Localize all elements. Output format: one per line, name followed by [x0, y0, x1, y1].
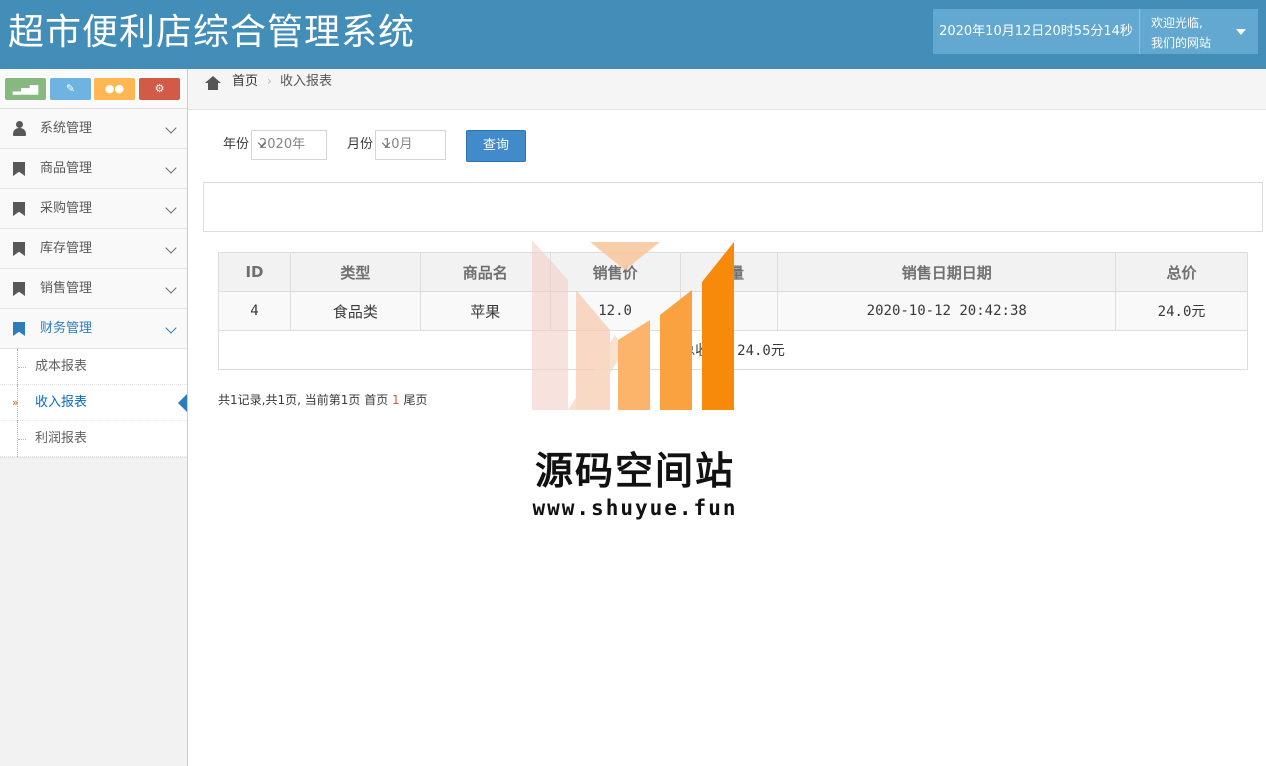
column-header: 总价: [1115, 252, 1248, 292]
column-header: ID: [218, 252, 291, 292]
active-pointer-icon: [178, 394, 187, 412]
app-title: 超市便利店综合管理系统: [8, 12, 416, 53]
user-name: 我们的网站: [1151, 36, 1212, 50]
cell-price: 12.0: [549, 291, 681, 331]
submenu-item-label: 收入报表: [35, 395, 88, 410]
bookmark-icon: [12, 321, 26, 337]
sidebar-item-system[interactable]: 系统管理: [0, 109, 187, 149]
chevron-down-icon: [165, 202, 177, 214]
chevron-down-icon: [165, 162, 177, 174]
watermark-url: www.shuyue.fun: [532, 496, 738, 520]
sidebar: ▂▄▆ ✎ ●● ⚙ 系统管理 商品管理 采购管理 库存管理 销售管理 财务管理…: [0, 69, 188, 766]
cell-product: 苹果: [419, 291, 551, 331]
cell-total: 24.0元: [1115, 291, 1248, 331]
sidebar-item-goods[interactable]: 商品管理: [0, 149, 187, 189]
chevron-down-icon: [165, 242, 177, 254]
chevron-down-icon: [165, 122, 177, 134]
submenu-item-income-report[interactable]: » 收入报表: [0, 385, 187, 421]
breadcrumb-current: 收入报表: [280, 74, 333, 89]
submenu-item-label: 利润报表: [35, 431, 88, 446]
pencil-icon: ✎: [65, 82, 76, 95]
shortcut-stats-button[interactable]: ▂▄▆: [5, 78, 46, 100]
bookmark-icon: [12, 241, 26, 257]
cell-quantity: 2: [679, 291, 779, 331]
cell-category: 食品类: [289, 291, 421, 331]
sidebar-item-sales[interactable]: 销售管理: [0, 269, 187, 309]
sidebar-item-label: 商品管理: [40, 161, 93, 176]
top-navbar: 超市便利店综合管理系统 2020年10月12日20时55分14秒 欢迎光临, 我…: [0, 0, 1266, 69]
sidebar-item-label: 采购管理: [40, 201, 93, 216]
user-menu-toggle[interactable]: 欢迎光临, 我们的网站: [1141, 9, 1258, 54]
sidebar-shortcuts: ▂▄▆ ✎ ●● ⚙: [0, 69, 187, 109]
month-label: 月份: [347, 137, 374, 152]
user-panel: 2020年10月12日20时55分14秒 欢迎光临, 我们的网站: [933, 9, 1258, 54]
info-panel: [203, 182, 1263, 232]
double-angle-right-icon: »: [12, 396, 19, 409]
submenu-item-label: 成本报表: [35, 359, 88, 374]
column-header: 数量: [679, 252, 779, 292]
caret-down-icon: [1236, 29, 1246, 35]
total-income: 总收入：24.0元: [218, 330, 1248, 370]
sidebar-item-purchase[interactable]: 采购管理: [0, 189, 187, 229]
income-table: ID 类型 商品名 销售价 数量 销售日期日期 总价 4 食品类 苹果 12.0…: [218, 252, 1248, 370]
sidebar-item-label: 销售管理: [40, 281, 93, 296]
bookmark-icon: [12, 281, 26, 297]
pagination-current-page[interactable]: 1: [392, 393, 400, 407]
chevron-right-icon: ›: [267, 74, 272, 88]
pagination-last-link[interactable]: 尾页: [404, 393, 428, 407]
bookmark-icon: [12, 161, 26, 177]
query-button[interactable]: 查询: [466, 130, 526, 162]
sidebar-item-label: 库存管理: [40, 241, 93, 256]
column-header: 销售价: [549, 252, 681, 292]
pagination-first-link[interactable]: 首页: [364, 393, 388, 407]
shortcut-users-button[interactable]: ●●: [94, 78, 135, 100]
cell-id: 4: [218, 291, 291, 331]
breadcrumb-home-link[interactable]: 首页: [232, 69, 258, 94]
table-header-row: ID 类型 商品名 销售价 数量 销售日期日期 总价: [218, 252, 1248, 292]
current-datetime: 2020年10月12日20时55分14秒: [933, 9, 1140, 54]
home-icon: [205, 76, 221, 90]
submenu-item-profit-report[interactable]: 利润报表: [0, 421, 187, 457]
user-icon: [12, 121, 26, 137]
cogs-icon: ⚙: [154, 82, 165, 95]
month-select[interactable]: 10月: [375, 130, 446, 160]
chevron-down-icon: [165, 322, 177, 334]
table-row: 4 食品类 苹果 12.0 2 2020-10-12 20:42:38 24.0…: [218, 291, 1248, 331]
table-total-row: 总收入：24.0元: [218, 330, 1248, 370]
breadcrumb: 首页 › 收入报表: [188, 69, 1266, 110]
year-select[interactable]: 2020年: [251, 130, 327, 160]
sidebar-item-label: 财务管理: [40, 321, 93, 336]
signal-icon: ▂▄▆: [12, 82, 39, 95]
shortcut-settings-button[interactable]: ⚙: [139, 78, 180, 100]
watermark-text: 源码空间站: [534, 449, 735, 493]
sidebar-item-label: 系统管理: [40, 121, 93, 136]
year-label: 年份: [223, 137, 250, 152]
year-select-value: 2020年: [259, 137, 306, 152]
sidebar-item-finance[interactable]: 财务管理: [0, 309, 187, 349]
finance-submenu: 成本报表 » 收入报表 利润报表: [0, 349, 187, 458]
pagination: 共1记录,共1页, 当前第1页 首页 1 尾页: [218, 392, 428, 408]
chevron-down-icon: [165, 282, 177, 294]
submenu-item-cost-report[interactable]: 成本报表: [0, 349, 187, 385]
cell-sale-date: 2020-10-12 20:42:38: [777, 291, 1117, 331]
pagination-summary: 共1记录,共1页, 当前第1页: [218, 393, 361, 407]
column-header: 商品名: [419, 252, 551, 292]
bookmark-icon: [12, 201, 26, 217]
column-header: 销售日期日期: [777, 252, 1117, 292]
shortcut-edit-button[interactable]: ✎: [50, 78, 91, 100]
users-icon: ●●: [104, 82, 125, 95]
welcome-text: 欢迎光临,: [1151, 16, 1203, 30]
column-header: 类型: [289, 252, 421, 292]
sidebar-item-inventory[interactable]: 库存管理: [0, 229, 187, 269]
